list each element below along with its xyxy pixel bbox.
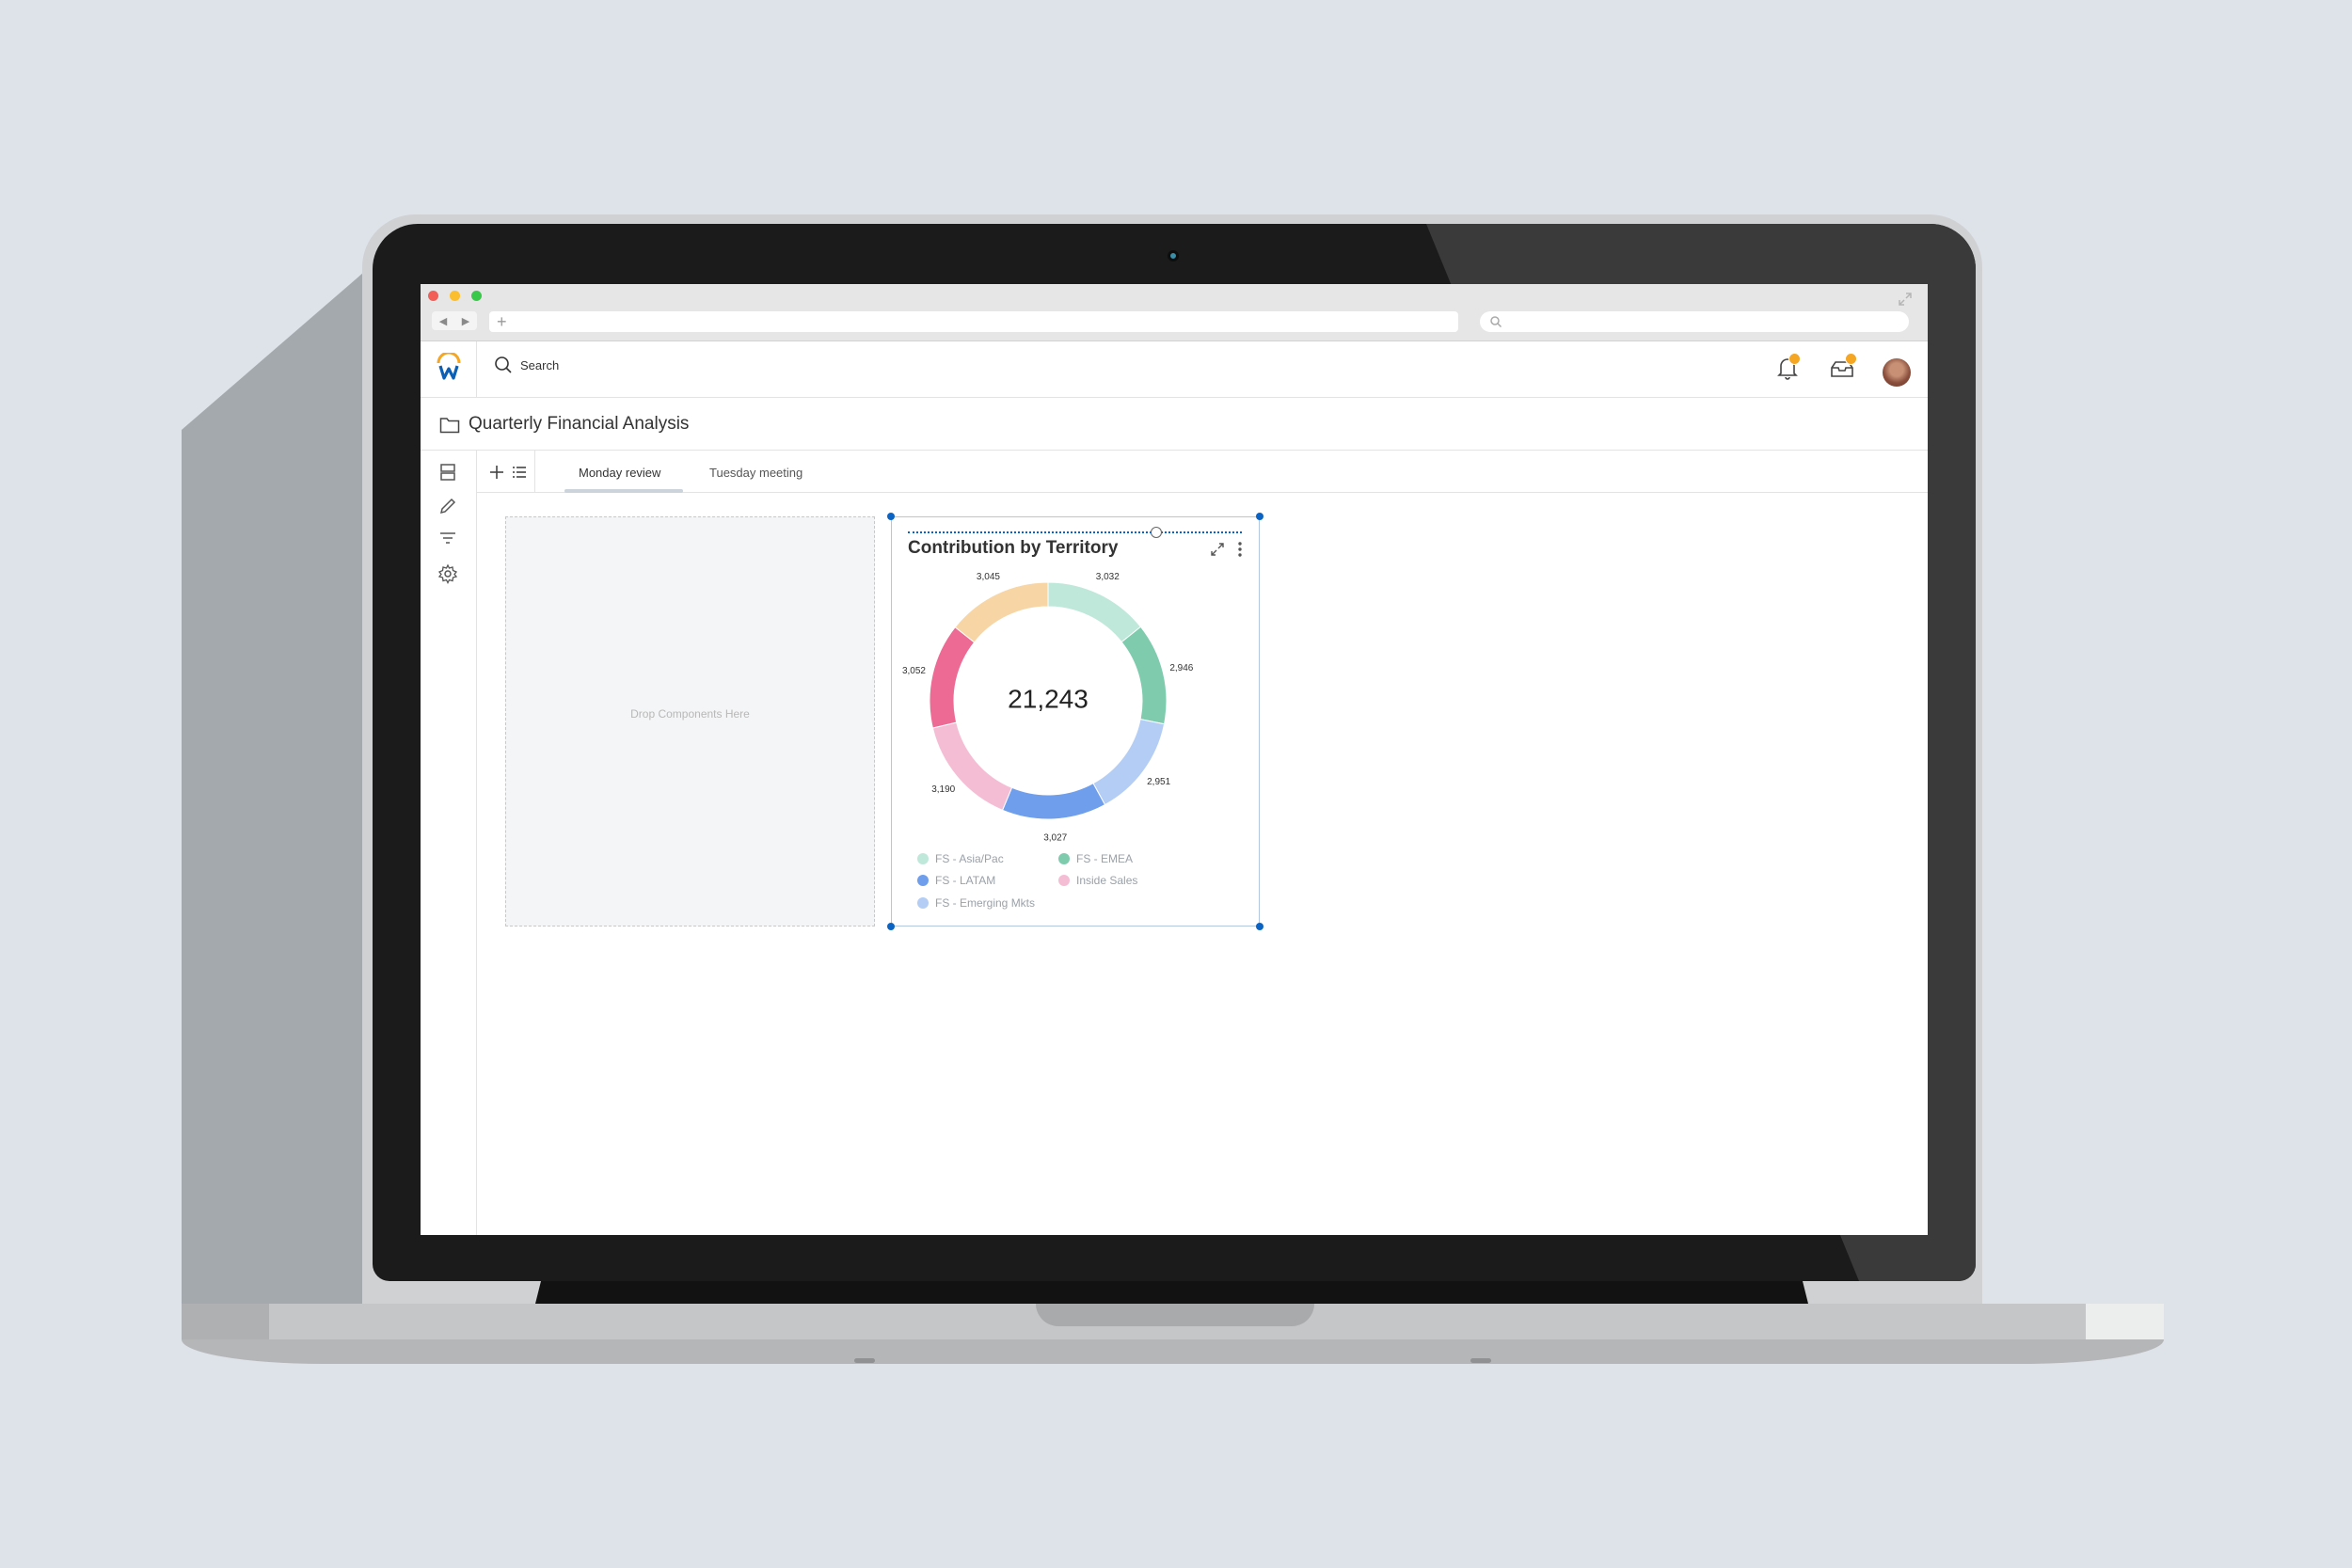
global-search[interactable]: Search [494,356,559,374]
page-titlebar: Quarterly Financial Analysis [421,399,1928,451]
fullscreen-icon[interactable] [1898,292,1913,307]
browser-nav-buttons: ◀ ▶ [432,311,477,330]
inbox-badge [1845,353,1857,365]
legend-label: FS - EMEA [1076,852,1134,865]
tab-tools [477,451,535,493]
header-divider [476,341,477,398]
folder-icon [439,418,460,434]
legend-swatch [917,875,929,886]
minimize-window-icon[interactable] [450,291,460,301]
edit-pencil-icon[interactable] [437,496,458,516]
donut-data-label: 3,027 [1043,832,1067,843]
laptop-foot [854,1358,875,1363]
legend-item[interactable]: FS - Emerging Mkts [917,896,1035,910]
tab-tuesday-meeting[interactable]: Tuesday meeting [709,466,803,480]
browser-chrome: ◀ ▶ + [421,284,1928,341]
donut-data-label: 3,190 [931,784,955,795]
donut-data-label: 3,045 [977,572,1000,582]
camera-icon [1168,250,1179,261]
legend-swatch [1058,853,1070,864]
forward-arrow-icon[interactable]: ▶ [462,315,469,327]
legend-swatch [917,853,929,864]
laptop-base-right [2086,1304,2164,1339]
donut-slice[interactable] [1047,581,1142,643]
widget-drag-bar[interactable] [908,531,1242,533]
filter-icon[interactable] [437,528,458,548]
url-bar[interactable]: + [489,311,1458,332]
legend-item[interactable]: FS - LATAM [917,874,995,887]
donut-data-label: 3,052 [902,666,926,676]
resize-handle[interactable] [1256,923,1263,930]
donut-data-label: 3,032 [1096,572,1120,582]
legend-item[interactable]: FS - EMEA [1058,852,1133,865]
donut-data-label: 2,946 [1169,663,1193,673]
back-arrow-icon[interactable]: ◀ [439,315,447,327]
laptop-notch [1036,1304,1314,1326]
gear-icon[interactable] [437,563,458,584]
donut-slice[interactable] [1001,783,1106,820]
drop-zone-label: Drop Components Here [630,707,750,721]
notification-badge [1788,353,1801,365]
laptop-base-left [182,1304,269,1339]
browser-search-bar[interactable] [1480,311,1909,332]
search-icon [495,356,512,373]
resize-handle[interactable] [887,513,895,520]
search-label: Search [520,357,560,372]
legend-swatch [917,897,929,909]
donut-data-label: 2,951 [1147,777,1170,787]
resize-handle[interactable] [1256,513,1263,520]
donut-total: 21,243 [1008,684,1089,713]
chart-widget[interactable]: Contribution by Territory 21,243 3,032 2,… [887,513,1263,930]
legend-label: FS - LATAM [935,874,996,887]
legend-label: FS - Emerging Mkts [935,896,1036,910]
donut-slice[interactable] [1092,719,1166,806]
search-icon [1490,316,1502,328]
donut-slice[interactable] [954,581,1049,643]
legend-label: FS - Asia/Pac [935,852,1004,865]
page-title: Quarterly Financial Analysis [469,414,690,434]
avatar[interactable] [1883,358,1911,387]
close-window-icon[interactable] [428,291,438,301]
layout-icon[interactable] [437,462,458,483]
laptop-foot [1470,1358,1491,1363]
list-icon[interactable] [511,464,528,481]
left-rail [421,451,477,1235]
tab-monday-review[interactable]: Monday review [579,466,660,480]
legend-item[interactable]: Inside Sales [1058,874,1137,887]
workday-logo-icon[interactable] [436,353,462,381]
resize-handle[interactable] [887,923,895,930]
app-header: Search [421,341,1928,398]
laptop-hinge [535,1281,1808,1304]
donut-chart: 21,243 3,032 2,946 2,951 3,027 3,190 3,052 3,0… [902,572,1194,843]
drop-zone[interactable]: Drop Components Here [505,516,875,927]
active-tab-indicator [564,489,683,493]
screen: ◀ ▶ + Search Quarterly Financial Analysi… [421,284,1928,1235]
move-handle-icon[interactable] [1151,527,1162,538]
maximize-window-icon[interactable] [471,291,482,301]
tab-bar: Monday review Tuesday meeting [477,451,1928,493]
legend-item[interactable]: FS - Asia/Pac [917,852,1004,865]
donut-slice[interactable] [929,626,976,729]
inbox-button[interactable] [1829,353,1857,386]
laptop-base-lip [182,1339,2164,1364]
notifications-button[interactable] [1775,353,1801,386]
donut-slice[interactable] [931,721,1013,811]
legend-swatch [1058,875,1070,886]
donut-slice[interactable] [1120,626,1168,725]
legend-label: Inside Sales [1076,874,1138,887]
add-tab-icon[interactable] [488,464,505,481]
